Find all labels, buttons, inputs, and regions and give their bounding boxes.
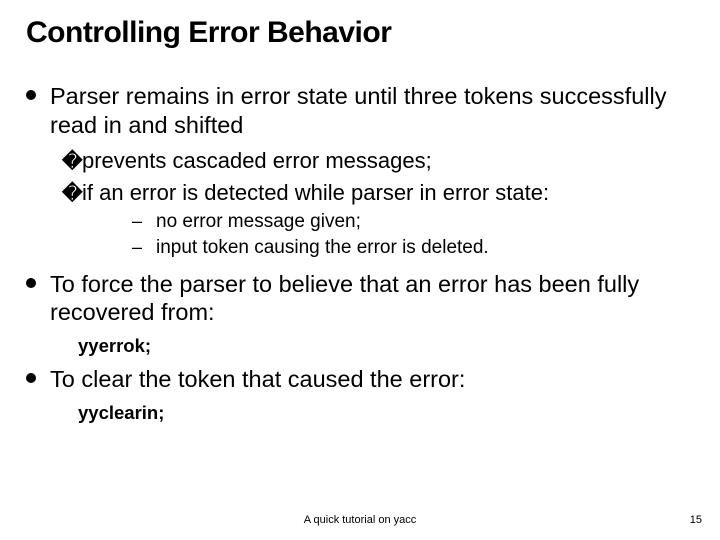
chevron-icon: � [62,150,82,174]
dot-icon [26,90,36,100]
footer-center: A quick tutorial on yacc [0,514,720,526]
bullet-text: To force the parser to believe that an e… [50,270,694,327]
bullet-level2: � prevents cascaded error messages; [62,147,694,175]
dash-icon: – [132,210,148,233]
bullet-level1: To force the parser to believe that an e… [26,270,694,327]
code-block: yyerrok; [78,335,694,357]
bullet-text: To clear the token that caused the error… [50,365,465,394]
bullet-text: if an error is detected while parser in … [82,179,549,207]
slide: Controlling Error Behavior Parser remain… [0,0,720,540]
dash-icon: – [132,236,148,259]
bullet-text: input token causing the error is deleted… [156,236,489,260]
bullet-text: Parser remains in error state until thre… [50,82,694,139]
bullet-level1: To clear the token that caused the error… [26,365,694,394]
slide-title: Controlling Error Behavior [26,16,694,50]
dot-icon [26,373,36,383]
sub-list: � prevents cascaded error messages; � if… [62,147,694,260]
bullet-level3: – no error message given; [132,210,694,234]
code-text: yyclearin; [78,402,164,423]
code-block: yyclearin; [78,402,694,424]
bullet-level1: Parser remains in error state until thre… [26,82,694,139]
dot-icon [26,278,36,288]
bullet-level3: – input token causing the error is delet… [132,236,694,260]
bullet-text: prevents cascaded error messages; [82,147,432,175]
code-text: yyerrok; [78,335,151,356]
bullet-text: no error message given; [156,210,361,234]
page-number: 15 [690,514,702,526]
chevron-icon: � [62,182,82,206]
bullet-level2: � if an error is detected while parser i… [62,179,694,207]
sub-sub-list: – no error message given; – input token … [132,210,694,260]
